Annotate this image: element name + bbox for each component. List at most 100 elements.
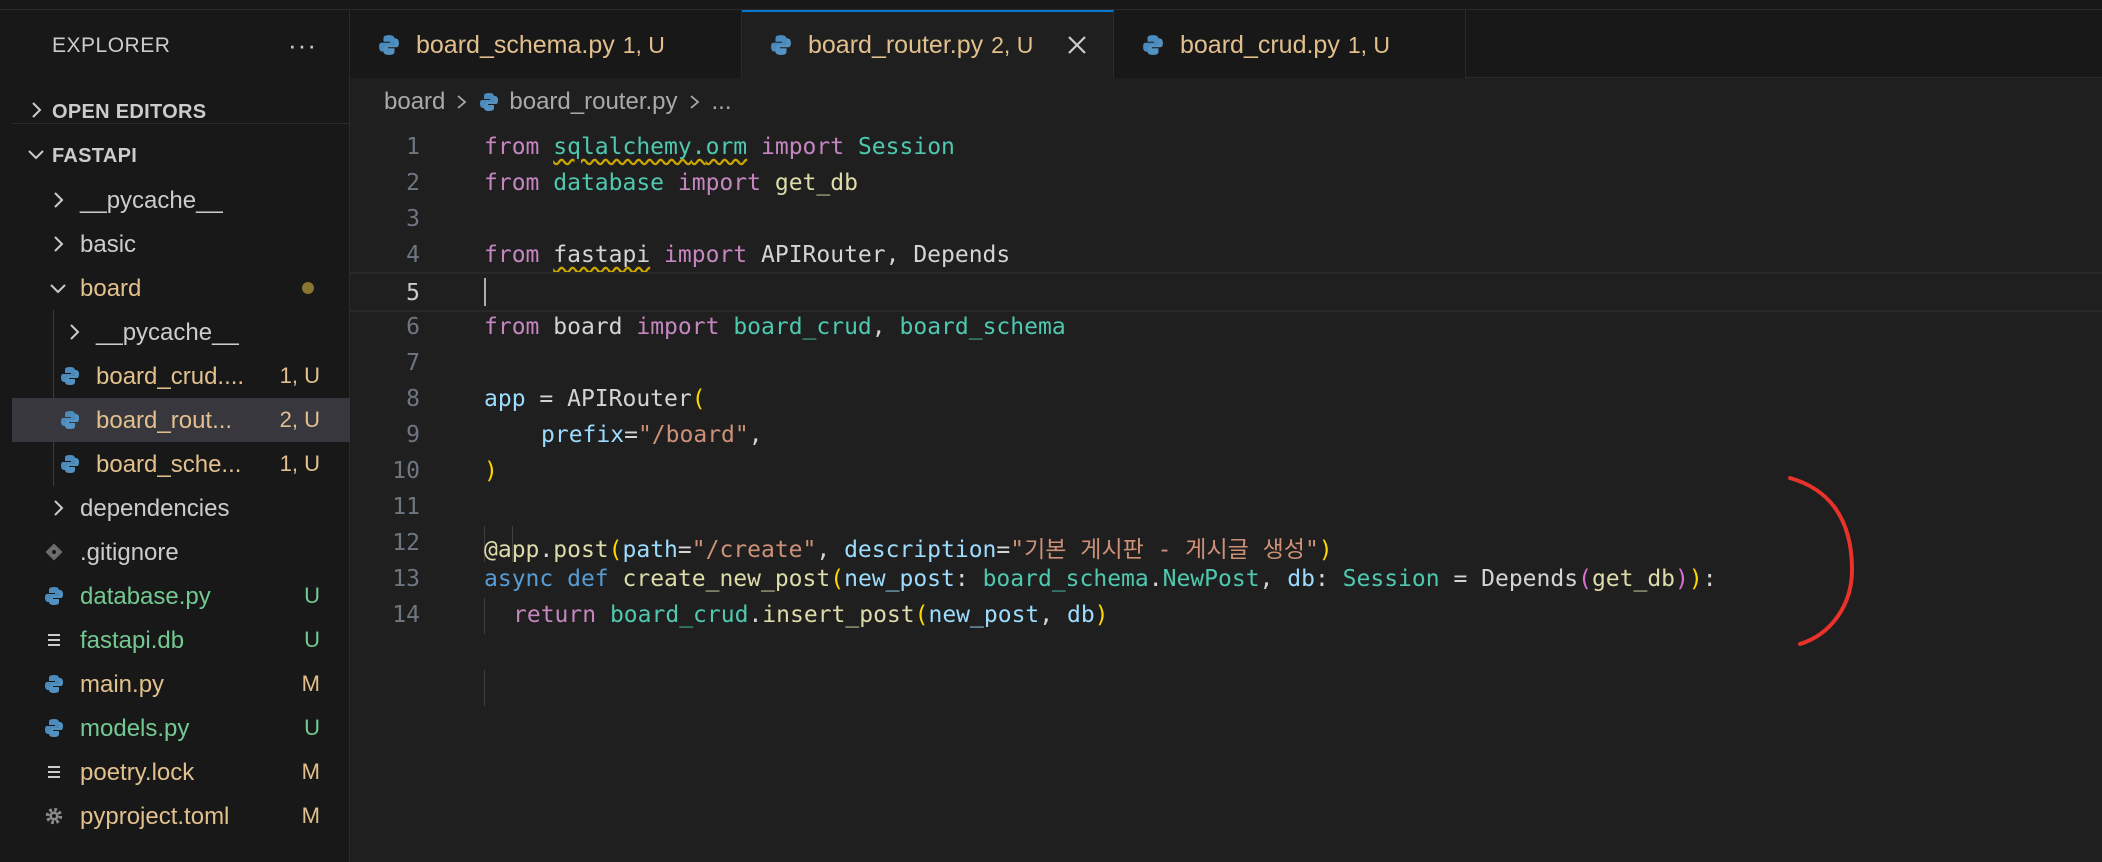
- tree-file-fastapi-db[interactable]: fastapi.db U: [12, 618, 350, 662]
- text-file-icon: [44, 762, 64, 782]
- code-line: 4 from fastapi import APIRouter, Depends: [350, 238, 2102, 274]
- tab-board-crud[interactable]: board_crud.py 1, U: [1114, 10, 1466, 78]
- tree-folder-basic[interactable]: basic: [12, 222, 350, 266]
- token: return: [513, 602, 597, 628]
- tree-file-pyproject[interactable]: pyproject.toml M: [12, 794, 350, 838]
- token: insert_post: [762, 602, 915, 628]
- token: from: [484, 314, 540, 340]
- python-file-icon: [1143, 35, 1163, 55]
- tree-item-label: board_sche...: [96, 451, 242, 478]
- token: =: [624, 422, 638, 448]
- token: (: [914, 602, 929, 628]
- line-number: 6: [406, 314, 420, 340]
- activity-bar: [0, 10, 12, 862]
- token: (: [691, 386, 706, 412]
- tree-file-gitignore[interactable]: .gitignore: [12, 530, 350, 574]
- line-number: 5: [406, 280, 420, 306]
- tab-label: board_router.py 2, U: [808, 31, 1033, 60]
- token: database: [553, 170, 665, 196]
- tree-file-board-crud[interactable]: board_crud.... 1, U: [12, 354, 350, 398]
- token: Session: [1342, 566, 1440, 592]
- code-line: 8 app = APIRouter(: [350, 382, 2102, 418]
- tree-item-label: board: [80, 275, 142, 302]
- token: ): [1094, 602, 1109, 628]
- tab-board-router[interactable]: board_router.py 2, U: [742, 10, 1114, 78]
- project-section[interactable]: FASTAPI: [12, 134, 350, 178]
- token: .: [1148, 566, 1163, 592]
- token: @app: [484, 537, 540, 563]
- code-text: app = APIRouter(: [484, 386, 706, 412]
- chevron-down-icon: [48, 278, 68, 298]
- text-cursor: [484, 278, 486, 306]
- code-text: return board_crud.insert_post(new_post, …: [513, 602, 1109, 628]
- token: .: [691, 134, 706, 160]
- close-icon[interactable]: [1066, 34, 1088, 56]
- line-number: 14: [392, 602, 420, 628]
- token: Session: [857, 134, 955, 160]
- tree-folder-pycache-nested[interactable]: __pycache__: [12, 310, 350, 354]
- code-line-current: 5: [350, 272, 2102, 312]
- token: prefix: [541, 422, 625, 448]
- python-file-icon: [60, 410, 80, 430]
- tree-file-board-router[interactable]: board_rout... 2, U: [12, 398, 350, 442]
- tree-folder-board[interactable]: board: [12, 266, 350, 310]
- python-file-icon: [44, 674, 64, 694]
- tree-file-poetry-lock[interactable]: poetry.lock M: [12, 750, 350, 794]
- more-actions-icon[interactable]: ···: [288, 30, 317, 61]
- tab-filename: board_crud.py: [1180, 31, 1340, 59]
- token: sqlalchemy.orm: [553, 134, 747, 160]
- file-status-badge: U: [304, 583, 320, 608]
- line-number: 1: [406, 134, 420, 160]
- tree-file-board-schema[interactable]: board_sche... 1, U: [12, 442, 350, 486]
- tree-item-label: database.py: [80, 583, 211, 610]
- token: APIRouter: [567, 386, 692, 412]
- token: import: [636, 314, 720, 340]
- file-status-badge: U: [304, 715, 320, 740]
- tab-status: 1, U: [622, 32, 665, 58]
- token: =: [525, 386, 568, 412]
- token: ): [1688, 566, 1703, 592]
- code-text: from board import board_crud, board_sche…: [484, 314, 1066, 340]
- title-bar: [0, 0, 2102, 10]
- open-editors-section[interactable]: OPEN EDITORS: [12, 90, 350, 134]
- token: NewPost: [1162, 566, 1260, 592]
- tree-folder-pycache[interactable]: __pycache__: [12, 178, 350, 222]
- chevron-right-icon: [64, 322, 84, 342]
- tree-item-label: .gitignore: [80, 539, 179, 566]
- token: db: [1066, 602, 1095, 628]
- project-label: FASTAPI: [52, 145, 138, 167]
- tree-folder-dependencies[interactable]: dependencies: [12, 486, 350, 530]
- token: new_post: [928, 602, 1040, 628]
- breadcrumb-file[interactable]: board_router.py: [509, 88, 677, 116]
- token: "기본 게시판 - 게시글 생성": [1010, 537, 1319, 563]
- line-number: 4: [406, 242, 420, 268]
- tree-item-label: poetry.lock: [80, 759, 195, 786]
- token: from: [484, 134, 540, 160]
- token: ): [1318, 537, 1333, 563]
- token: post: [553, 537, 609, 563]
- code-line: 9 prefix="/board",: [350, 418, 2102, 454]
- python-file-icon: [60, 366, 80, 386]
- code-text: from sqlalchemy.orm import Session: [484, 134, 955, 160]
- file-status-badge: U: [304, 627, 320, 652]
- file-status-badge: 1, U: [279, 363, 320, 388]
- token: board: [553, 314, 623, 340]
- breadcrumb-folder[interactable]: board: [384, 88, 445, 116]
- breadcrumb-more[interactable]: ...: [712, 88, 732, 116]
- line-number: 11: [392, 494, 420, 520]
- tab-board-schema[interactable]: board_schema.py 1, U: [350, 10, 742, 78]
- code-text: from database import get_db: [484, 170, 858, 196]
- open-editors-label: OPEN EDITORS: [52, 101, 207, 123]
- tree-file-models[interactable]: models.py U: [12, 706, 350, 750]
- tree-file-database[interactable]: database.py U: [12, 574, 350, 618]
- code-text: async def create_new_post(new_post: boar…: [484, 566, 1717, 592]
- code-text: @app.post(path="/create", description="기…: [484, 530, 1333, 564]
- line-number: 2: [406, 170, 420, 196]
- code-editor[interactable]: board board_router.py ... 1 from sqlalch…: [350, 78, 2102, 862]
- explorer-header: EXPLORER ···: [12, 10, 350, 82]
- tab-filename: board_router.py: [808, 31, 984, 59]
- editor-tab-bar: board_schema.py 1, U board_router.py 2, U …: [350, 10, 2102, 78]
- token: ,: [1039, 602, 1067, 628]
- tree-file-main[interactable]: main.py M: [12, 662, 350, 706]
- chevron-right-icon: [48, 190, 68, 210]
